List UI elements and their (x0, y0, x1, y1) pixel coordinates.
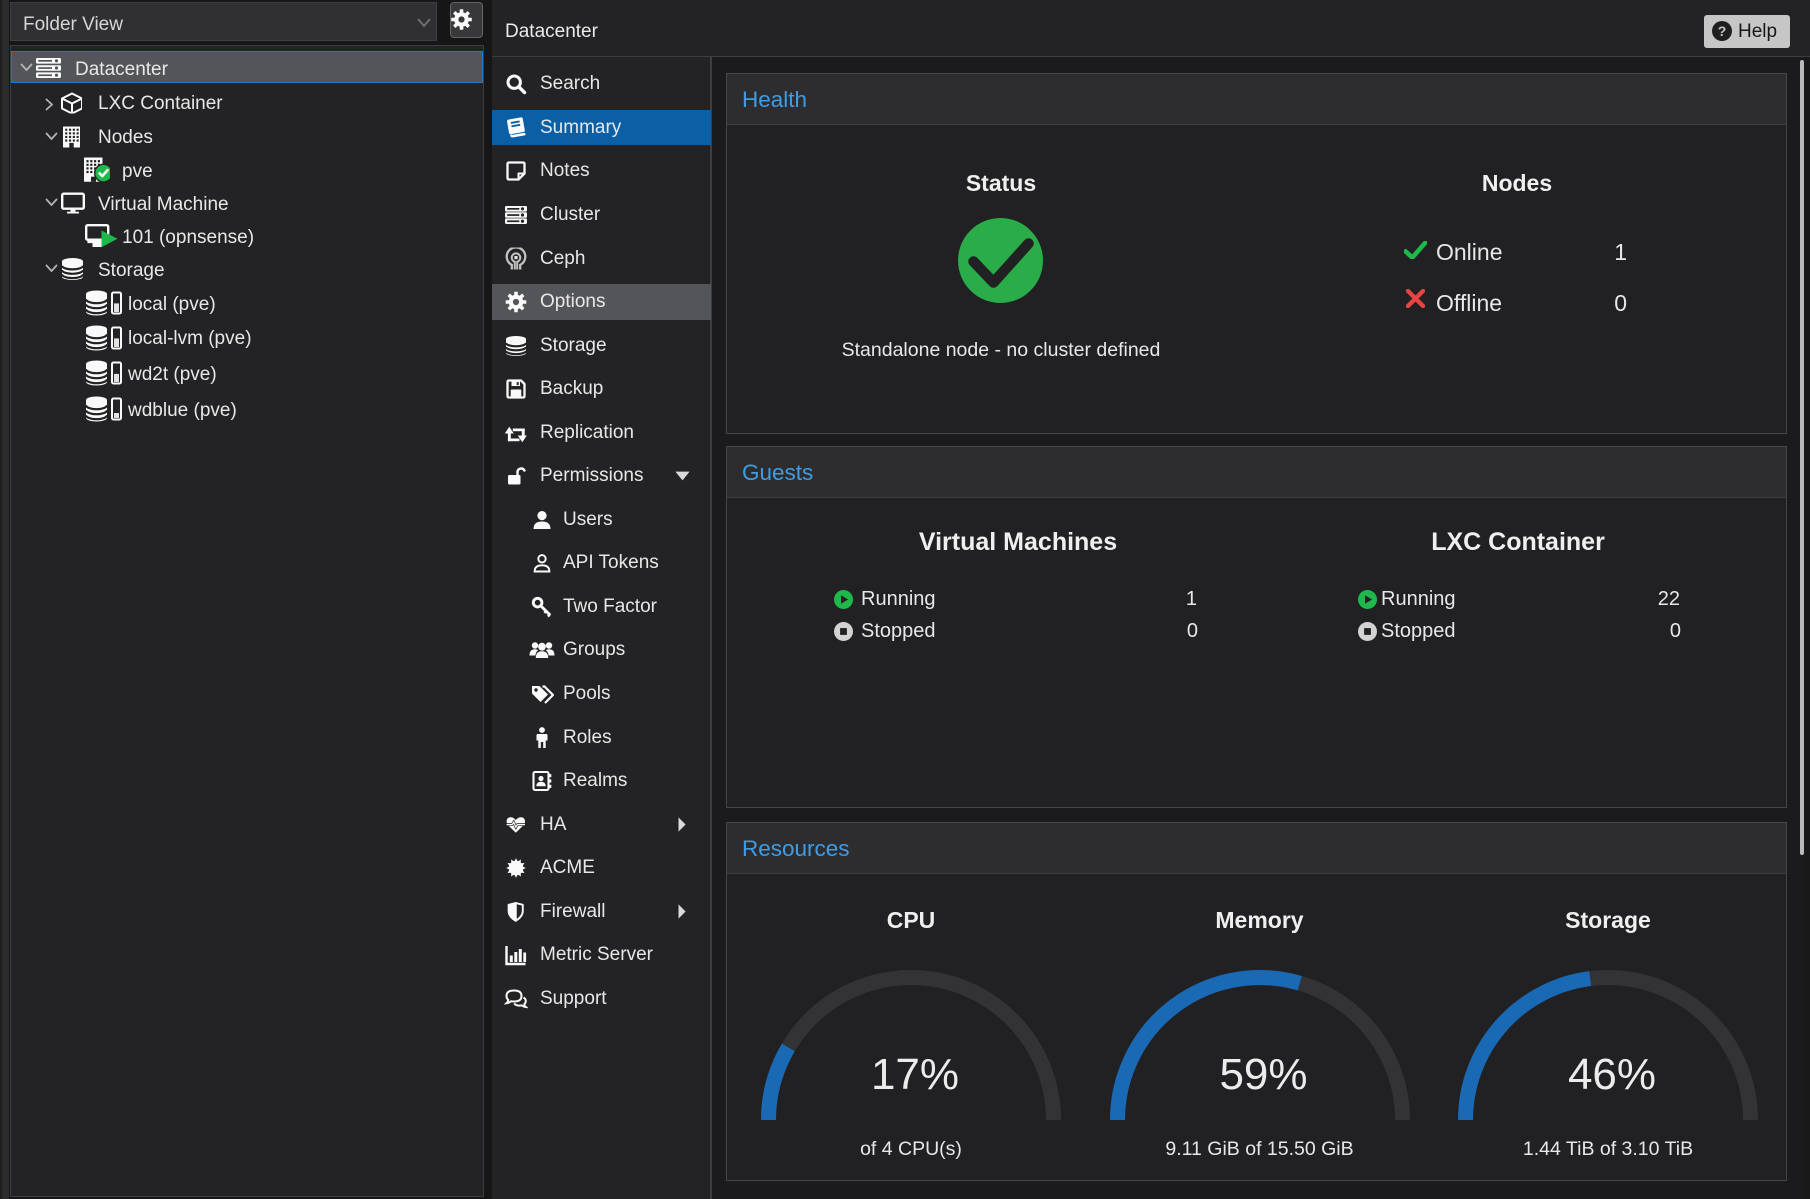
svg-text:?: ? (1718, 23, 1727, 39)
